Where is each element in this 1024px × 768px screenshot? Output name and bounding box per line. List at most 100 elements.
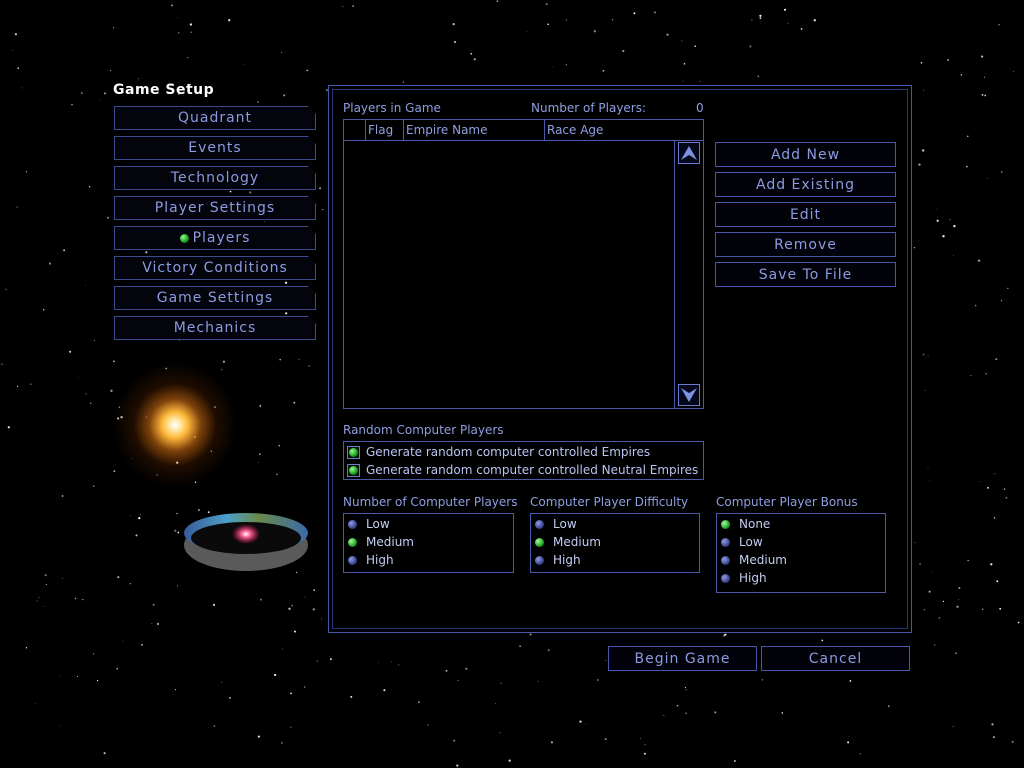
star [994,473,996,475]
nav-players[interactable]: Players [114,226,316,250]
star [288,607,291,610]
checkbox-icon[interactable] [347,463,360,477]
cancel-button[interactable]: Cancel [761,646,910,671]
star [496,0,499,3]
star [453,739,456,742]
star [495,703,496,704]
star [170,4,173,7]
radio-num-low[interactable]: Low [348,516,390,532]
arrow-up-icon[interactable] [678,142,700,164]
remove-button[interactable]: Remove [715,232,896,257]
begin-game-button[interactable]: Begin Game [608,646,757,671]
radio-icon[interactable] [721,555,730,565]
random-players-title: Random Computer Players [343,423,504,437]
star [949,219,951,221]
star [138,78,140,80]
star [281,741,283,744]
bonus-title: Computer Player Bonus [716,495,858,509]
star [547,649,550,652]
star [933,644,936,646]
star [500,682,502,684]
radio-bonus-low[interactable]: Low [721,534,763,550]
radio-bonus-medium[interactable]: Medium [721,552,787,568]
star [922,353,925,356]
star [221,681,223,683]
star [316,660,318,662]
checkbox-label: Generate random computer controlled Neut… [366,463,699,477]
star [552,66,554,68]
radio-label: Low [366,517,390,531]
arrow-down-icon[interactable] [678,384,700,406]
star [928,590,931,593]
add-existing-button[interactable]: Add Existing [715,172,896,197]
star [977,259,981,262]
checkbox-random-neutral-empires[interactable]: Generate random computer controlled Neut… [347,462,698,478]
radio-selected-icon[interactable] [721,519,730,529]
radio-difficulty-high[interactable]: High [535,552,581,568]
save-to-file-button[interactable]: Save To File [715,262,896,287]
star [63,249,65,252]
star [103,752,106,755]
star [1000,171,1003,173]
star [749,45,752,48]
nav-quadrant[interactable]: Quadrant [114,106,316,130]
star [733,759,736,763]
star [694,45,697,48]
add-new-button[interactable]: Add New [715,142,896,167]
star [923,89,925,91]
radio-label: Medium [366,535,414,549]
star [465,667,468,670]
nav-technology[interactable]: Technology [114,166,316,190]
star [931,571,933,573]
radio-num-medium[interactable]: Medium [348,534,414,550]
edit-button[interactable]: Edit [715,202,896,227]
radio-icon[interactable] [535,519,544,529]
radio-selected-icon[interactable] [348,537,357,547]
radio-num-high[interactable]: High [348,552,394,568]
column-header-empire-name[interactable]: Empire Name [403,120,544,140]
nav-game-settings[interactable]: Game Settings [114,286,316,310]
star [152,603,155,606]
star [958,587,961,589]
star [967,135,969,137]
checkbox-random-empires[interactable]: Generate random computer controlled Empi… [347,444,650,460]
star [682,80,684,82]
radio-icon[interactable] [721,537,730,547]
radio-icon[interactable] [535,555,544,565]
column-header-flag[interactable]: Flag [365,120,403,140]
players-table[interactable]: Flag Empire Name Race Age [343,119,704,409]
star [177,531,180,534]
star [350,695,353,698]
radio-bonus-high[interactable]: High [721,570,767,586]
star [77,377,79,379]
star [633,12,636,15]
radio-label: Medium [739,553,787,567]
scrollbar[interactable] [674,140,703,408]
star [290,726,292,728]
radio-icon[interactable] [721,573,730,583]
column-header-race-age[interactable]: Race Age [544,120,703,140]
radio-difficulty-low[interactable]: Low [535,516,577,532]
star [59,674,61,676]
star [935,208,937,210]
star [1,363,3,365]
star [48,262,52,265]
star [681,40,683,42]
radio-icon[interactable] [348,555,357,565]
nav-mechanics[interactable]: Mechanics [114,316,316,340]
star [622,49,625,53]
radio-selected-icon[interactable] [535,537,544,547]
radio-icon[interactable] [348,519,357,529]
star [612,19,614,21]
checkbox-icon[interactable] [347,445,360,459]
star [117,576,120,579]
star [82,599,84,601]
nav-events[interactable]: Events [114,136,316,160]
radio-bonus-none[interactable]: None [721,516,770,532]
radio-difficulty-medium[interactable]: Medium [535,534,601,550]
nav-victory-conditions[interactable]: Victory Conditions [114,256,316,280]
nav-player-settings[interactable]: Player Settings [114,196,316,220]
star [644,744,646,746]
setup-nav: Quadrant Events Technology Player Settin… [114,106,316,346]
nav-label: Player Settings [154,200,276,216]
